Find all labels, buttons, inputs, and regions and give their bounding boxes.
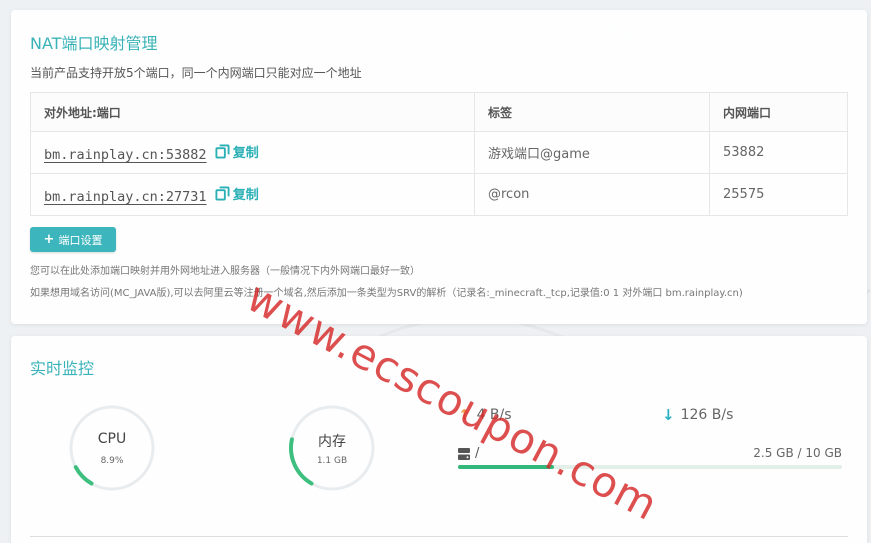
copy-button[interactable]: 复制 <box>215 184 259 203</box>
cpu-gauge: CPU 8.9% <box>68 404 156 492</box>
monitor-title: 实时监控 <box>30 359 95 378</box>
copy-icon <box>215 144 230 159</box>
disk-path: / <box>475 446 480 461</box>
download-speed-value: 126 B/s <box>680 407 734 423</box>
port-settings-label: 端口设置 <box>58 233 103 247</box>
memory-gauge: 内存 1.1 GB <box>288 404 376 492</box>
external-address-link[interactable]: bm.rainplay.cn:27731 <box>44 189 207 205</box>
column-header-internal-port: 内网端口 <box>709 92 848 132</box>
external-address-link[interactable]: bm.rainplay.cn:53882 <box>44 147 207 163</box>
address-cell: bm.rainplay.cn:27731 复制 <box>30 173 475 216</box>
address-cell: bm.rainplay.cn:53882 复制 <box>30 131 475 174</box>
arrow-down-icon: ↓ <box>662 406 675 424</box>
column-header-address: 对外地址:端口 <box>30 92 475 132</box>
copy-icon <box>215 186 230 201</box>
copy-label: 复制 <box>232 188 259 203</box>
upload-speed-value: 4 B/s <box>476 407 512 423</box>
internal-port-cell: 25575 <box>709 173 848 216</box>
cpu-value: 8.9% <box>100 456 124 466</box>
port-settings-button[interactable]: + 端口设置 <box>30 227 116 252</box>
internal-port-cell: 53882 <box>709 131 848 174</box>
disk-icon <box>458 448 470 460</box>
disk-progress-fill <box>458 465 554 469</box>
table-header-row: 对外地址:端口 标签 内网端口 <box>30 92 848 132</box>
copy-label: 复制 <box>232 146 259 161</box>
tag-cell: @rcon <box>474 173 710 216</box>
upload-speed: ↑ 4 B/s <box>458 406 512 424</box>
nat-panel: NAT端口映射管理 当前产品支持开放5个端口，同一个内网端口只能对应一个地址 对… <box>11 10 867 324</box>
divider <box>30 536 848 537</box>
table-row: bm.rainplay.cn:27731 复制 @rcon 25575 <box>30 173 848 216</box>
disk-usage-value: 2.5 GB / 10 GB <box>753 446 842 460</box>
cpu-ring <box>69 405 156 491</box>
hint-srv-record: 如果想用域名访问(MC_JAVA版),可以去阿里云等注册一个域名,然后添加一条类… <box>30 288 743 299</box>
memory-label: 内存 <box>318 434 346 450</box>
tag-cell: 游戏端口@game <box>474 131 710 174</box>
download-speed: ↓ 126 B/s <box>662 406 733 424</box>
disk-progress-track <box>458 465 842 469</box>
cpu-label: CPU <box>97 431 127 447</box>
column-header-tag: 标签 <box>474 92 710 132</box>
disk-usage-row: / 2.5 GB / 10 GB <box>458 446 842 464</box>
nat-title: NAT端口映射管理 <box>30 34 158 53</box>
nat-subtitle: 当前产品支持开放5个端口，同一个内网端口只能对应一个地址 <box>30 66 362 80</box>
arrow-up-icon: ↑ <box>458 406 471 424</box>
port-mapping-table: 对外地址:端口 标签 内网端口 bm.rainplay.cn:53882 复制 <box>30 92 848 216</box>
copy-button[interactable]: 复制 <box>215 142 259 161</box>
table-row: bm.rainplay.cn:53882 复制 游戏端口@game 53882 <box>30 131 848 174</box>
plus-icon: + <box>43 232 55 247</box>
hint-port-mapping: 您可以在此处添加端口映射并用外网地址进入服务器（一般情况下内外网端口最好一致） <box>30 266 420 277</box>
memory-value: 1.1 GB <box>316 456 348 466</box>
cpu-arc <box>69 405 156 491</box>
